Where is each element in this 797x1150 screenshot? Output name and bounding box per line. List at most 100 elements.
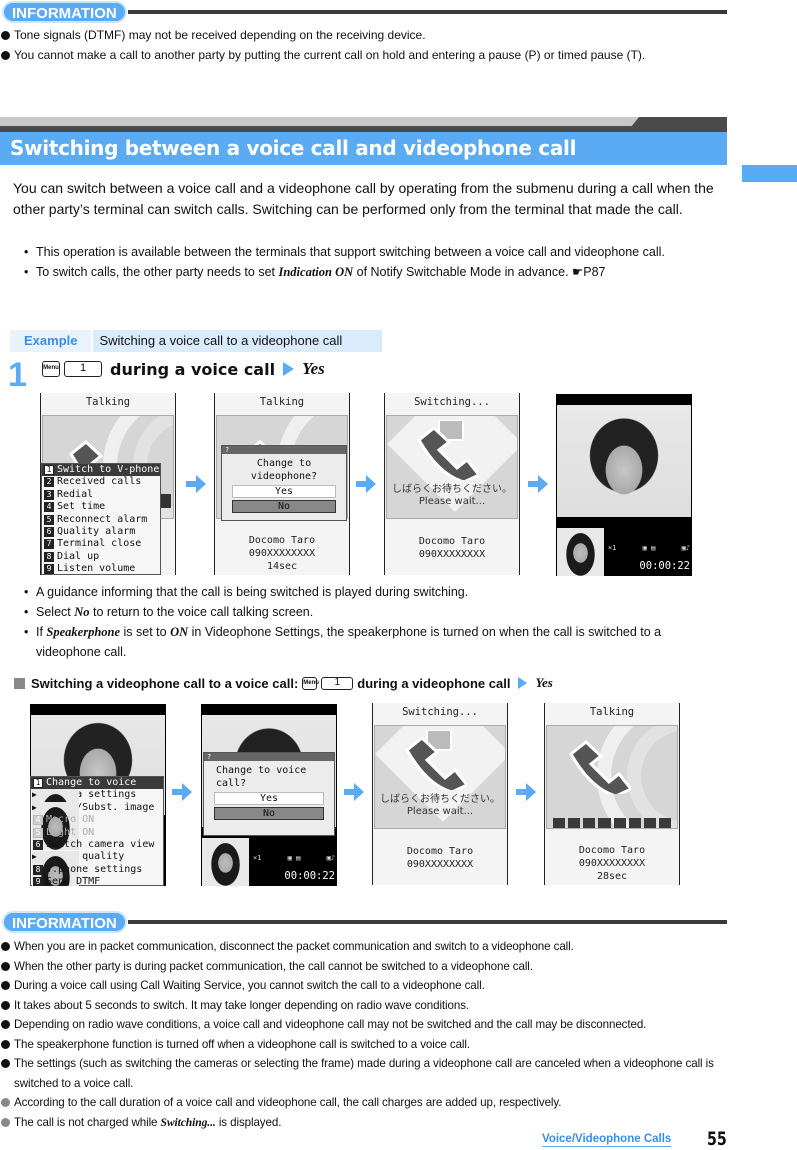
information-item: It takes about 5 seconds to switch. It m…: [0, 996, 730, 1016]
screen-title: Switching...: [402, 706, 478, 718]
menu-item-label: Listen volume: [57, 563, 136, 575]
dialog-question-icon: ?: [222, 446, 346, 454]
menu-item[interactable]: 4 Macro ON: [31, 814, 163, 826]
key-1-icon: 1: [321, 676, 354, 690]
section-title: Switching between a voice call and video…: [0, 132, 727, 165]
menu-item[interactable]: 9 Send DTMF: [31, 876, 163, 886]
sub-section-heading: Switching a videophone call to a voice c…: [14, 675, 553, 691]
bullet-item: To switch calls, the other party needs t…: [24, 262, 724, 282]
menu-number-icon: 5: [44, 514, 54, 525]
information-item: You cannot make a call to another party …: [0, 46, 730, 66]
menu-key-icon: Menu: [42, 361, 60, 377]
menu-item-label: Switch camera view: [46, 839, 155, 851]
menu-number-icon: 2: [44, 477, 54, 488]
signal-blocks: [553, 818, 671, 828]
submenu: 1Change to voice2Camera settings▶3Frame/…: [30, 776, 164, 886]
page-reference-link[interactable]: ☛P87: [572, 265, 605, 279]
videophone-screen: ×1 ▣ ▤ ▣♪ 00:00:22: [556, 394, 692, 576]
menu-item[interactable]: 1 Change to voice: [31, 777, 163, 790]
menu-item-label: Change to voice: [46, 777, 137, 788]
step-number: 1: [8, 356, 27, 394]
local-video: [557, 528, 604, 576]
menu-number-icon: 6: [44, 527, 54, 538]
phone-screen-talking-menu: Talking 1 Switch to V-phone 2 Received call…: [40, 393, 176, 575]
handset-icon: [417, 420, 479, 480]
menu-item[interactable]: 2Camera settings▶: [31, 789, 163, 838]
screen-title: Talking: [85, 396, 131, 408]
dialog-question-icon: ?: [204, 753, 334, 761]
information-item: When you are in packet communication, di…: [0, 937, 730, 957]
example-label: Example: [10, 330, 92, 352]
bullet-item: Select No to return to the voice call ta…: [24, 602, 724, 622]
menu-item-label: Reconnect alarm: [57, 513, 148, 525]
menu-item-label: Redial: [57, 488, 94, 500]
menu-number-icon: 4: [33, 815, 43, 826]
menu-item[interactable]: 6 Switch camera view: [31, 839, 163, 851]
menu-item-label: V.phone settings: [46, 863, 143, 875]
handset-icon: [405, 730, 467, 790]
submenu: 1 Switch to V-phone 2 Received calls 3 Redial…: [41, 463, 161, 575]
no-button[interactable]: No: [214, 807, 324, 820]
menu-item[interactable]: 7 Terminal close: [42, 538, 160, 550]
menu-number-icon: 6: [33, 840, 43, 851]
menu-number-icon: 9: [44, 564, 54, 575]
caller-number: 090XXXXXXXX: [578, 858, 646, 869]
menu-item[interactable]: 4 Set time: [42, 501, 160, 513]
menu-item[interactable]: 5 Light ON: [31, 827, 163, 839]
menu-item[interactable]: 5 Reconnect alarm: [42, 514, 160, 526]
step-instruction: Menu 1 during a voice call Yes: [42, 359, 325, 379]
menu-item[interactable]: 3Frame/Subst. image▶: [31, 801, 163, 850]
caller-name: Docomo Taro: [578, 845, 646, 856]
menu-item-label: Switch to V-phone: [57, 464, 160, 475]
menu-item[interactable]: 6 Quality alarm: [42, 526, 160, 538]
information-item: Depending on radio wave conditions, a vo…: [0, 1015, 730, 1035]
menu-item-label: Send DTMF: [46, 876, 101, 886]
menu-item-label: Quality alarm: [57, 526, 136, 538]
switching-graphic: しばらくお待ちください。 Please wait...: [374, 725, 506, 829]
flow-arrow-icon: [356, 475, 376, 493]
information-item: Tone signals (DTMF) may not be received …: [0, 26, 730, 46]
caller-name: Docomo Taro: [248, 535, 316, 546]
key-1-icon: 1: [64, 361, 102, 377]
menu-item[interactable]: 2 Received calls: [42, 476, 160, 488]
handset-icon: [569, 740, 631, 794]
confirm-dialog: ? Change to videophone? Yes No: [221, 445, 347, 521]
remote-video: [557, 405, 691, 517]
menu-item[interactable]: 1 Switch to V-phone: [42, 464, 160, 477]
menu-number-icon: 1: [44, 465, 54, 475]
menu-number-icon: 8: [33, 864, 43, 875]
videophone-screen-menu: 1Change to voice2Camera settings▶3Frame/…: [30, 704, 166, 886]
menu-item[interactable]: 8 V.phone settings: [31, 864, 163, 876]
local-video: [202, 838, 249, 886]
step-notes: A guidance informing that the call is be…: [24, 582, 724, 662]
arrow-right-icon: [518, 677, 528, 689]
information-header-bottom: INFORMATION: [0, 911, 727, 933]
menu-item-label: Light ON: [46, 826, 95, 838]
menu-item[interactable]: 9 Listen volume: [42, 563, 160, 575]
menu-item-label: Terminal close: [57, 538, 142, 550]
yes-button[interactable]: Yes: [214, 792, 324, 805]
screen-title: Talking: [259, 396, 305, 408]
menu-item[interactable]: 8 Dial up: [42, 551, 160, 563]
dialog-question: Change to voice call?: [216, 765, 307, 789]
chapter-link[interactable]: Voice/Videophone Calls: [542, 1133, 672, 1147]
information-list-top: Tone signals (DTMF) may not be received …: [0, 26, 730, 65]
status-icons: ×1 ▣ ▤ ▣♪: [253, 854, 335, 862]
caller-info: Docomo Taro 090XXXXXXXX: [385, 535, 519, 561]
caller-number: 090XXXXXXXX: [406, 859, 474, 870]
no-button[interactable]: No: [232, 500, 336, 513]
flow-arrow-icon: [172, 783, 192, 801]
menu-number-icon: 9: [33, 877, 43, 886]
caller-name: Docomo Taro: [406, 846, 474, 857]
information-rule: [128, 10, 727, 14]
yes-button[interactable]: Yes: [232, 485, 336, 498]
bullet-item: If Speakerphone is set to ON in Videopho…: [24, 622, 724, 662]
menu-number-icon: 7: [44, 539, 54, 550]
menu-item[interactable]: 7Image quality▶: [31, 851, 163, 886]
menu-item-label: Received calls: [57, 476, 142, 488]
phone-screen-switching: Switching... しばらくお待ちください。 Please wait... …: [384, 393, 520, 575]
phone-screen-talking: Talking Docomo Taro 090XXXXXXXX 28sec: [544, 703, 680, 885]
menu-item-label: Set time: [57, 501, 106, 513]
screen-title: Switching...: [414, 396, 490, 408]
menu-item[interactable]: 3 Redial: [42, 489, 160, 501]
